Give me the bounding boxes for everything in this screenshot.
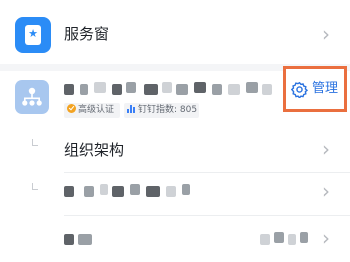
service-window-row[interactable]: ★ 服务窗 › (0, 0, 350, 64)
tree-connector (32, 183, 38, 190)
chevron-right-icon: › (322, 179, 330, 203)
dingtalk-index-badge: 钉钉指数: 805 (124, 103, 199, 118)
department-label: 组织架构 (64, 141, 125, 159)
verified-check-icon (67, 104, 76, 113)
divider (64, 215, 350, 216)
tree-connector (32, 139, 38, 146)
verified-badge-label: 高级认证 (78, 105, 115, 115)
org-structure-icon (15, 80, 49, 114)
manage-button[interactable]: 管理 (283, 66, 347, 112)
manage-label: 管理 (312, 81, 339, 96)
divider (64, 172, 350, 173)
bar-chart-icon (127, 105, 136, 113)
service-window-label: 服务窗 (64, 25, 110, 43)
service-window-icon: ★ (15, 17, 51, 53)
dingtalk-index-label: 钉钉指数: 805 (138, 105, 198, 115)
chevron-right-icon: › (322, 137, 330, 161)
chevron-right-icon: › (322, 22, 330, 46)
gear-icon (291, 81, 308, 98)
chevron-right-icon: › (322, 226, 330, 250)
verified-badge: 高级认证 (64, 103, 120, 118)
